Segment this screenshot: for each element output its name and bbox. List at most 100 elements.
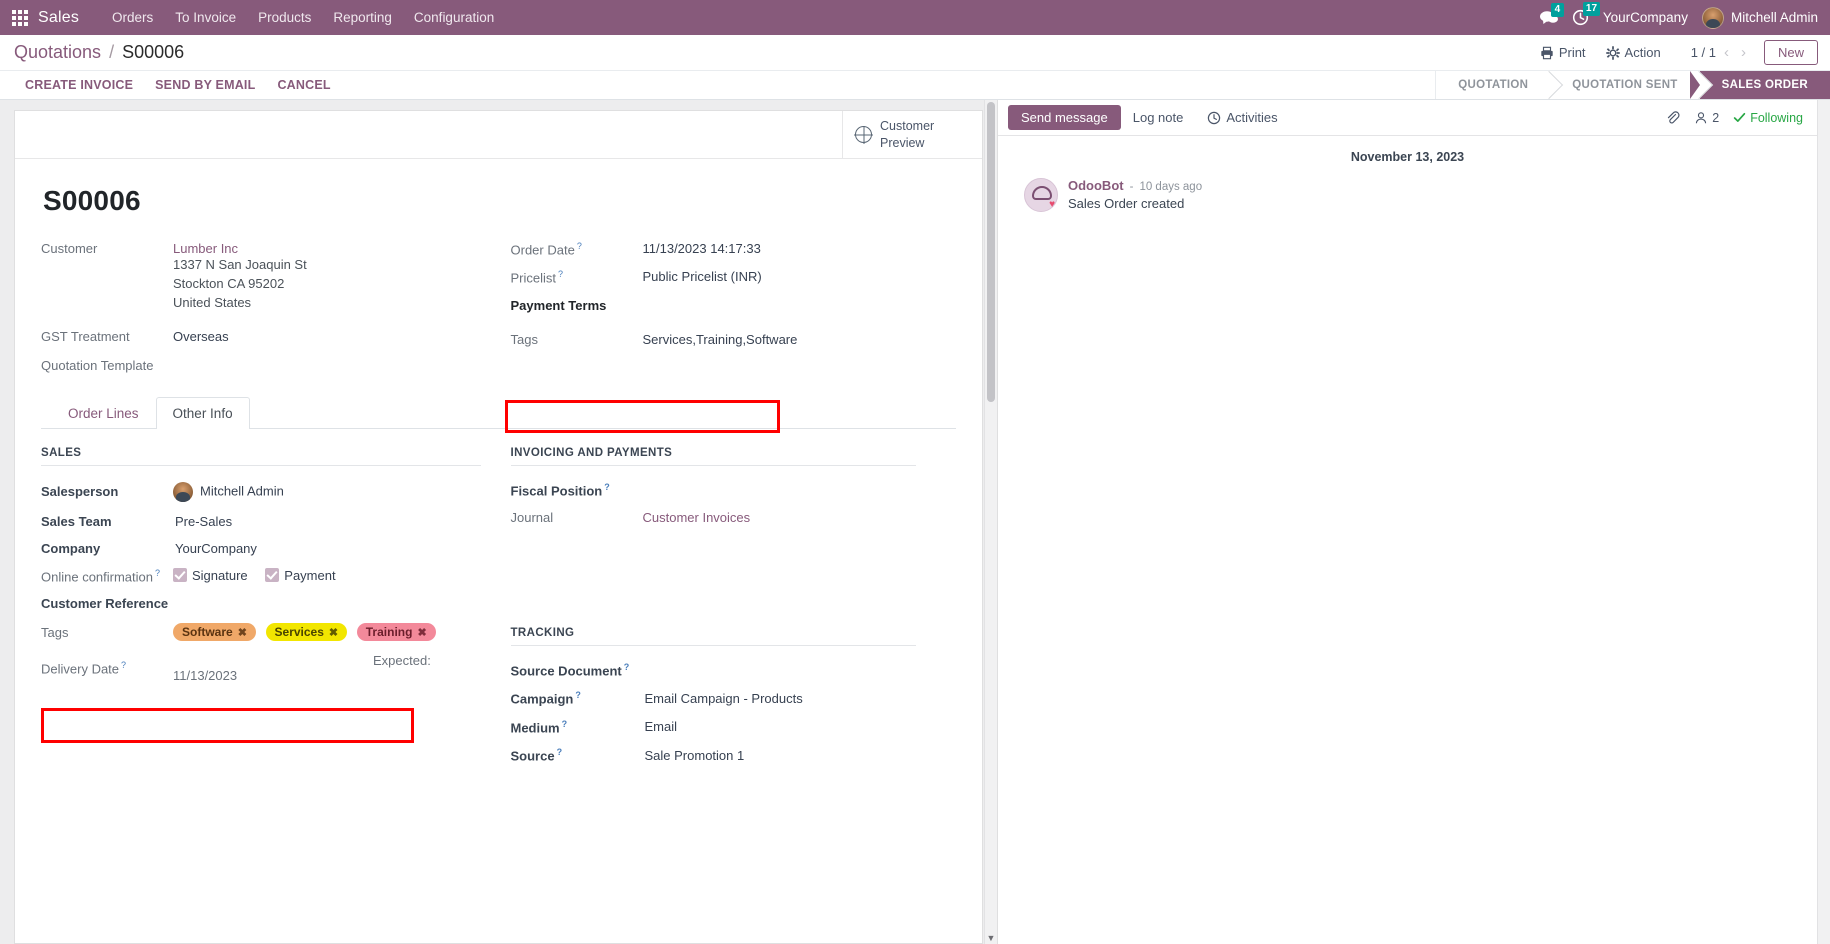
tag-remove-icon[interactable]: ✖ — [238, 626, 247, 639]
tags-header-value[interactable]: Services,Training,Software — [643, 315, 957, 349]
gst-treatment-value[interactable]: Overseas — [173, 315, 499, 346]
online-confirmation-tooltip-icon[interactable]: ? — [155, 568, 160, 578]
app-name-sales[interactable]: Sales — [38, 9, 79, 27]
nav-item-configuration[interactable]: Configuration — [403, 3, 505, 32]
delivery-date-tooltip-icon[interactable]: ? — [121, 660, 126, 670]
tags-value[interactable]: Software ✖ Services ✖ Training ✖ — [173, 617, 481, 647]
tag-training-label: Training — [365, 625, 413, 640]
fiscal-position-label: Fiscal Position? — [510, 481, 610, 499]
campaign-value[interactable]: Email Campaign - Products — [643, 684, 917, 712]
activities-label: Activities — [1226, 110, 1278, 125]
page-scrollbar[interactable] — [1817, 100, 1830, 944]
nav-item-products[interactable]: Products — [247, 3, 322, 32]
field-customer: Customer Lumber Inc 1337 N San Joaquin S… — [41, 239, 499, 315]
company-switcher[interactable]: YourCompany — [1603, 10, 1688, 25]
sales-team-value[interactable]: Pre-Sales — [173, 508, 481, 535]
medium-value[interactable]: Email — [643, 713, 917, 741]
campaign-tooltip-icon[interactable]: ? — [575, 690, 581, 700]
messages-badge: 4 — [1550, 2, 1564, 17]
stage-quotation-sent[interactable]: QUOTATION SENT — [1550, 71, 1700, 99]
log-note-button[interactable]: Log note — [1121, 105, 1196, 130]
order-date-tooltip-icon[interactable]: ? — [577, 241, 582, 251]
source-document-tooltip-icon[interactable]: ? — [624, 662, 630, 672]
salesperson-avatar — [173, 481, 193, 502]
signature-checkbox[interactable]: Signature — [173, 568, 248, 583]
following-button[interactable]: Following — [1733, 111, 1803, 125]
journal-label: Journal — [510, 510, 554, 526]
pricelist-tooltip-icon[interactable]: ? — [558, 269, 563, 279]
print-button[interactable]: Print — [1530, 41, 1596, 64]
tag-remove-icon[interactable]: ✖ — [417, 626, 426, 639]
form-scrollbar[interactable]: ▲ ▼ — [984, 100, 997, 944]
nav-item-to-invoice[interactable]: To Invoice — [164, 3, 247, 32]
nav-item-orders[interactable]: Orders — [101, 3, 164, 32]
followers-count: 2 — [1712, 110, 1720, 125]
activities-button[interactable]: Activities — [1195, 105, 1289, 130]
tag-remove-icon[interactable]: ✖ — [329, 626, 338, 639]
customer-link[interactable]: Lumber Inc — [173, 241, 238, 256]
nav-item-reporting[interactable]: Reporting — [322, 3, 403, 32]
message-separator: - — [1129, 181, 1134, 193]
pager-next-icon[interactable]: › — [1737, 45, 1750, 60]
form-scrollbar-thumb[interactable] — [987, 102, 995, 402]
customer-preview-label-1: Customer — [880, 119, 935, 133]
send-by-email-button[interactable]: SEND BY EMAIL — [144, 74, 266, 96]
field-order-date: Order Date? 11/13/2023 14:17:33 — [511, 239, 957, 259]
cancel-button[interactable]: CANCEL — [266, 74, 341, 96]
source-document-value[interactable] — [643, 656, 917, 684]
tab-other-info[interactable]: Other Info — [155, 396, 250, 429]
message-author[interactable]: OdooBot — [1068, 178, 1124, 193]
message-item: ♥ OdooBot - 10 days ago Sales Order crea… — [998, 178, 1817, 212]
followers-button[interactable]: 2 — [1694, 111, 1719, 125]
stage-sales-order[interactable]: SALES ORDER — [1689, 71, 1830, 99]
source-value[interactable]: Sale Promotion 1 — [643, 741, 917, 769]
customer-reference-value[interactable] — [173, 590, 481, 617]
field-gst-treatment: GST Treatment Overseas — [41, 315, 499, 346]
tag-services[interactable]: Services ✖ — [265, 623, 348, 642]
medium-tooltip-icon[interactable]: ? — [562, 719, 568, 729]
gear-icon — [1605, 45, 1620, 60]
messages-counter[interactable]: 4 — [1539, 2, 1564, 26]
company-value[interactable]: YourCompany — [173, 535, 481, 562]
sheet-body: S00006 Customer Lumber Inc 1337 N San Jo… — [15, 159, 982, 769]
activities-counter[interactable]: 17 — [1572, 2, 1601, 26]
delivery-date-value[interactable]: Expected: 11/13/2023 — [173, 647, 481, 689]
payment-checkbox[interactable]: Payment — [265, 568, 336, 583]
action-button[interactable]: Action — [1596, 41, 1671, 64]
apps-grid-icon[interactable] — [12, 9, 28, 26]
quotation-template-value[interactable] — [173, 346, 499, 375]
pager-value[interactable]: 1 / 1 — [1691, 45, 1716, 60]
field-source-document: Source Document? — [511, 656, 917, 684]
scroll-down-icon[interactable]: ▼ — [985, 931, 997, 944]
pricelist-value[interactable]: Public Pricelist (INR) — [643, 260, 957, 287]
attachment-button[interactable] — [1665, 110, 1680, 125]
fiscal-position-value[interactable] — [643, 476, 917, 504]
send-message-button[interactable]: Send message — [1008, 105, 1121, 130]
field-tags-header: Tags Services,Training,Software — [511, 315, 957, 349]
fiscal-position-tooltip-icon[interactable]: ? — [604, 482, 610, 492]
signature-label: Signature — [192, 568, 248, 584]
quotation-template-label: Quotation Template — [41, 357, 154, 373]
field-customer-reference: Customer Reference — [41, 590, 481, 617]
stage-quotation[interactable]: QUOTATION — [1436, 71, 1551, 99]
header-form-left: Customer Lumber Inc 1337 N San Joaquin S… — [41, 239, 499, 375]
breadcrumb: Quotations / S00006 — [14, 42, 184, 63]
pager: 1 / 1 ‹ › — [1691, 45, 1750, 60]
customer-preview-button[interactable]: Customer Preview — [842, 111, 982, 159]
tag-training[interactable]: Training ✖ — [356, 623, 436, 642]
order-date-value[interactable]: 11/13/2023 14:17:33 — [643, 239, 957, 259]
create-invoice-button[interactable]: CREATE INVOICE — [14, 74, 144, 96]
tag-software[interactable]: Software ✖ — [173, 623, 256, 642]
journal-link[interactable]: Customer Invoices — [643, 510, 751, 525]
source-tooltip-icon[interactable]: ? — [557, 747, 563, 757]
breadcrumb-root[interactable]: Quotations — [14, 42, 101, 62]
journal-value[interactable]: Customer Invoices — [643, 504, 917, 531]
salesperson-value[interactable]: Mitchell Admin — [173, 476, 481, 508]
field-payment-terms: Payment Terms — [511, 287, 957, 315]
form-pane: Customer Preview S00006 Customer Lumber … — [0, 100, 997, 944]
new-button[interactable]: New — [1763, 40, 1818, 65]
pager-previous-icon[interactable]: ‹ — [1720, 45, 1733, 60]
payment-terms-value[interactable] — [643, 287, 957, 315]
user-menu[interactable]: Mitchell Admin — [1701, 6, 1818, 29]
tab-order-lines[interactable]: Order Lines — [51, 397, 156, 429]
